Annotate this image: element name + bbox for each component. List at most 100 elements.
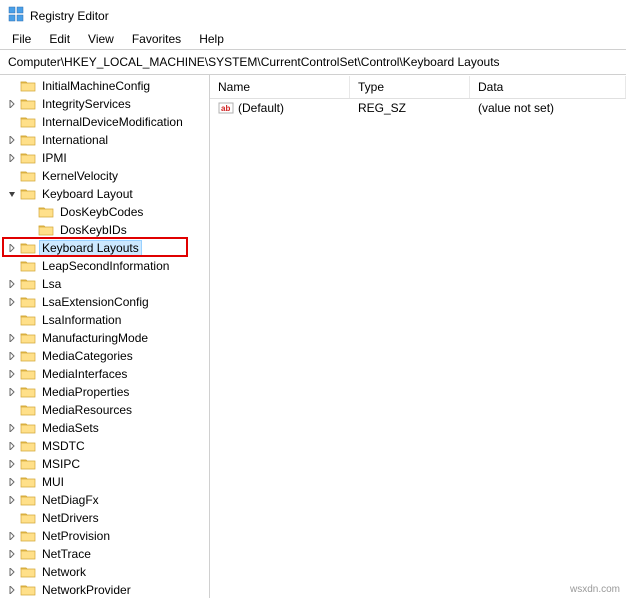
- tree-item[interactable]: DosKeybCodes: [0, 203, 209, 221]
- expander-icon[interactable]: [6, 350, 18, 362]
- tree-item[interactable]: MSIPC: [0, 455, 209, 473]
- menu-file[interactable]: File: [4, 30, 39, 48]
- tree-item[interactable]: LeapSecondInformation: [0, 257, 209, 275]
- expander-icon[interactable]: [6, 548, 18, 560]
- expander-icon: [6, 512, 18, 524]
- tree-item-label: NetworkProvider: [40, 583, 133, 597]
- expander-icon[interactable]: [6, 278, 18, 290]
- expander-icon: [6, 170, 18, 182]
- expander-icon[interactable]: [6, 530, 18, 542]
- tree-item[interactable]: LsaInformation: [0, 311, 209, 329]
- menu-view[interactable]: View: [80, 30, 122, 48]
- expander-icon[interactable]: [6, 440, 18, 452]
- tree-item[interactable]: Network: [0, 563, 209, 581]
- window-title: Registry Editor: [30, 9, 109, 23]
- tree-item[interactable]: MediaCategories: [0, 347, 209, 365]
- list-row[interactable]: ab(Default)REG_SZ(value not set): [210, 99, 626, 117]
- tree-item-label: NetTrace: [40, 547, 93, 561]
- expander-icon[interactable]: [6, 152, 18, 164]
- tree-item[interactable]: KernelVelocity: [0, 167, 209, 185]
- column-header-name[interactable]: Name: [210, 76, 350, 98]
- tree-item[interactable]: NetTrace: [0, 545, 209, 563]
- expander-icon[interactable]: [6, 296, 18, 308]
- address-bar[interactable]: [0, 50, 626, 75]
- tree-item[interactable]: MediaInterfaces: [0, 365, 209, 383]
- folder-icon: [20, 367, 36, 381]
- folder-icon: [20, 295, 36, 309]
- expander-icon[interactable]: [6, 386, 18, 398]
- svg-text:ab: ab: [221, 104, 230, 113]
- tree-item-label: KernelVelocity: [40, 169, 120, 183]
- tree-item[interactable]: Lsa: [0, 275, 209, 293]
- expander-icon[interactable]: [6, 188, 18, 200]
- tree-item-label: International: [40, 133, 110, 147]
- tree-item[interactable]: InternalDeviceModification: [0, 113, 209, 131]
- tree-item[interactable]: NetDrivers: [0, 509, 209, 527]
- tree-item-label: Network: [40, 565, 88, 579]
- folder-icon: [20, 475, 36, 489]
- tree-item[interactable]: Keyboard Layouts: [0, 239, 209, 257]
- tree-item[interactable]: ManufacturingMode: [0, 329, 209, 347]
- expander-icon[interactable]: [6, 458, 18, 470]
- tree-item[interactable]: MediaProperties: [0, 383, 209, 401]
- tree-pane[interactable]: InitialMachineConfigIntegrityServicesInt…: [0, 75, 210, 598]
- folder-icon: [20, 241, 36, 255]
- folder-icon: [20, 547, 36, 561]
- tree-item-label: LsaInformation: [40, 313, 123, 327]
- menu-edit[interactable]: Edit: [41, 30, 78, 48]
- tree-item[interactable]: LsaExtensionConfig: [0, 293, 209, 311]
- tree-item-label: NetDrivers: [40, 511, 101, 525]
- expander-icon[interactable]: [6, 494, 18, 506]
- tree-item-label: Keyboard Layout: [40, 187, 135, 201]
- tree-item-label: MediaSets: [40, 421, 101, 435]
- tree-item[interactable]: International: [0, 131, 209, 149]
- column-header-data[interactable]: Data: [470, 76, 626, 98]
- folder-icon: [20, 511, 36, 525]
- tree-item-label: DosKeybCodes: [58, 205, 145, 219]
- expander-icon: [6, 404, 18, 416]
- tree-item[interactable]: IntegrityServices: [0, 95, 209, 113]
- list-body: ab(Default)REG_SZ(value not set): [210, 99, 626, 117]
- folder-icon: [20, 385, 36, 399]
- menu-help[interactable]: Help: [191, 30, 232, 48]
- tree-item[interactable]: NetworkProvider: [0, 581, 209, 598]
- tree-item-label: MUI: [40, 475, 66, 489]
- expander-icon[interactable]: [6, 422, 18, 434]
- tree-item[interactable]: MUI: [0, 473, 209, 491]
- list-header: Name Type Data: [210, 75, 626, 99]
- tree-item[interactable]: MediaResources: [0, 401, 209, 419]
- tree-item[interactable]: NetDiagFx: [0, 491, 209, 509]
- address-input[interactable]: [6, 54, 620, 70]
- folder-icon: [20, 583, 36, 597]
- tree-item[interactable]: Keyboard Layout: [0, 185, 209, 203]
- tree-item-label: NetDiagFx: [40, 493, 101, 507]
- tree-item[interactable]: MSDTC: [0, 437, 209, 455]
- expander-icon[interactable]: [6, 332, 18, 344]
- expander-icon: [6, 80, 18, 92]
- list-pane[interactable]: Name Type Data ab(Default)REG_SZ(value n…: [210, 75, 626, 598]
- menu-bar: File Edit View Favorites Help: [0, 28, 626, 50]
- string-value-icon: ab: [218, 100, 234, 116]
- expander-icon[interactable]: [6, 242, 18, 254]
- expander-icon[interactable]: [6, 476, 18, 488]
- tree-item[interactable]: MediaSets: [0, 419, 209, 437]
- tree-item-label: InitialMachineConfig: [40, 79, 152, 93]
- tree-item[interactable]: NetProvision: [0, 527, 209, 545]
- expander-icon[interactable]: [6, 566, 18, 578]
- tree-item[interactable]: IPMI: [0, 149, 209, 167]
- column-header-type[interactable]: Type: [350, 76, 470, 98]
- expander-icon[interactable]: [6, 584, 18, 596]
- expander-icon[interactable]: [6, 98, 18, 110]
- folder-icon: [20, 97, 36, 111]
- expander-icon[interactable]: [6, 368, 18, 380]
- folder-icon: [38, 223, 54, 237]
- tree-item-label: MSDTC: [40, 439, 87, 453]
- title-bar: Registry Editor: [0, 0, 626, 28]
- expander-icon[interactable]: [6, 134, 18, 146]
- tree-item-label: Lsa: [40, 277, 63, 291]
- menu-favorites[interactable]: Favorites: [124, 30, 189, 48]
- tree-item-label: LeapSecondInformation: [40, 259, 171, 273]
- tree-item[interactable]: DosKeybIDs: [0, 221, 209, 239]
- folder-icon: [20, 133, 36, 147]
- tree-item[interactable]: InitialMachineConfig: [0, 77, 209, 95]
